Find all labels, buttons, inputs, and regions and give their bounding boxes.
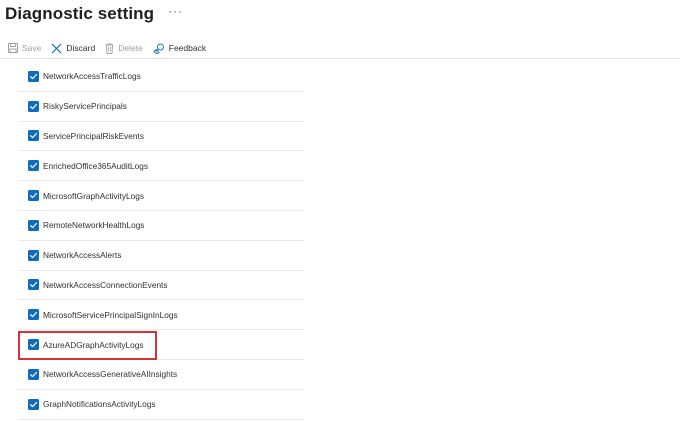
checkbox[interactable] xyxy=(28,249,39,261)
log-category-row[interactable]: ServicePrincipalRiskEvents xyxy=(18,122,304,152)
log-category-label: GraphNotificationsActivityLogs xyxy=(43,399,156,410)
log-category-row[interactable]: GraphNotificationsActivityLogs xyxy=(18,390,304,420)
log-category-row[interactable]: NetworkAccessGenerativeAIInsights xyxy=(18,360,304,390)
checkmark-icon xyxy=(30,371,38,378)
log-category-row[interactable]: AzureADGraphActivityLogs xyxy=(18,330,304,360)
checkmark-icon xyxy=(30,282,38,288)
log-category-label: RemoteNetworkHealthLogs xyxy=(43,220,145,231)
checkbox[interactable] xyxy=(28,398,39,410)
log-category-row[interactable]: RemoteNetworkHealthLogs xyxy=(18,211,304,241)
log-category-label: ServicePrincipalRiskEvents xyxy=(43,130,144,141)
discard-label: Discard xyxy=(66,43,96,53)
log-category-label: AzureADGraphActivityLogs xyxy=(43,339,144,350)
page-title: Diagnostic setting xyxy=(5,4,155,23)
checkbox[interactable] xyxy=(28,190,39,202)
checkbox[interactable] xyxy=(28,70,39,82)
checkmark-icon xyxy=(30,192,38,199)
checkmark-icon xyxy=(30,73,38,80)
save-button[interactable]: Save xyxy=(8,43,41,53)
checkbox[interactable] xyxy=(28,279,39,291)
checkmark-icon xyxy=(30,252,38,258)
checkbox[interactable] xyxy=(28,130,39,142)
checkbox[interactable] xyxy=(28,219,39,231)
log-category-label: NetworkAccessConnectionEvents xyxy=(43,279,168,290)
feedback-label: Feedback xyxy=(168,43,207,53)
checkmark-icon xyxy=(30,341,38,348)
checkbox[interactable] xyxy=(28,368,39,380)
log-category-row[interactable]: NetworkAccessAlerts xyxy=(18,241,304,271)
log-category-row[interactable]: NetworkAccessTrafficLogs xyxy=(18,62,304,92)
checkmark-icon xyxy=(30,103,38,109)
checkmark-icon xyxy=(30,133,38,139)
save-icon xyxy=(8,43,18,53)
log-category-row[interactable]: MicrosoftGraphActivityLogs xyxy=(18,181,304,211)
delete-label: Delete xyxy=(118,43,143,53)
toolbar-divider xyxy=(0,58,680,59)
more-options-button[interactable]: ··· xyxy=(168,5,183,17)
feedback-icon xyxy=(153,43,164,54)
command-bar: Save Discard Delete Feedback xyxy=(8,39,216,57)
checkmark-icon xyxy=(30,222,38,229)
log-category-label: NetworkAccessGenerativeAIInsights xyxy=(43,369,178,380)
log-category-list: NetworkAccessTrafficLogs RiskyServicePri… xyxy=(18,62,304,420)
log-category-row[interactable]: EnrichedOffice365AuditLogs xyxy=(18,151,304,182)
log-category-row[interactable]: RiskyServicePrincipals xyxy=(18,92,304,122)
log-category-label: MicrosoftGraphActivityLogs xyxy=(43,190,144,201)
checkbox[interactable] xyxy=(28,309,39,321)
log-category-label: NetworkAccessTrafficLogs xyxy=(43,71,141,82)
log-category-label: MicrosoftServicePrincipalSignInLogs xyxy=(43,309,178,320)
log-category-label: NetworkAccessAlerts xyxy=(43,250,122,261)
diagnostic-setting-page: Diagnostic setting ··· Save Discard Dele… xyxy=(0,0,680,422)
checkbox[interactable] xyxy=(28,160,39,172)
log-category-label: EnrichedOffice365AuditLogs xyxy=(43,160,149,171)
discard-button[interactable]: Discard xyxy=(51,43,95,54)
feedback-button[interactable]: Feedback xyxy=(153,43,206,54)
trash-icon xyxy=(105,42,114,54)
title-row: Diagnostic setting ··· xyxy=(5,1,183,27)
log-category-row[interactable]: NetworkAccessConnectionEvents xyxy=(18,271,304,301)
log-category-row[interactable]: MicrosoftServicePrincipalSignInLogs xyxy=(18,300,304,331)
checkmark-icon xyxy=(30,312,38,318)
delete-button[interactable]: Delete xyxy=(105,42,143,54)
close-icon xyxy=(51,43,62,53)
checkbox[interactable] xyxy=(28,100,39,112)
checkbox[interactable] xyxy=(28,339,39,351)
save-label: Save xyxy=(22,43,42,53)
log-category-label: RiskyServicePrincipals xyxy=(43,101,127,112)
checkmark-icon xyxy=(30,401,38,407)
checkmark-icon xyxy=(30,163,38,169)
